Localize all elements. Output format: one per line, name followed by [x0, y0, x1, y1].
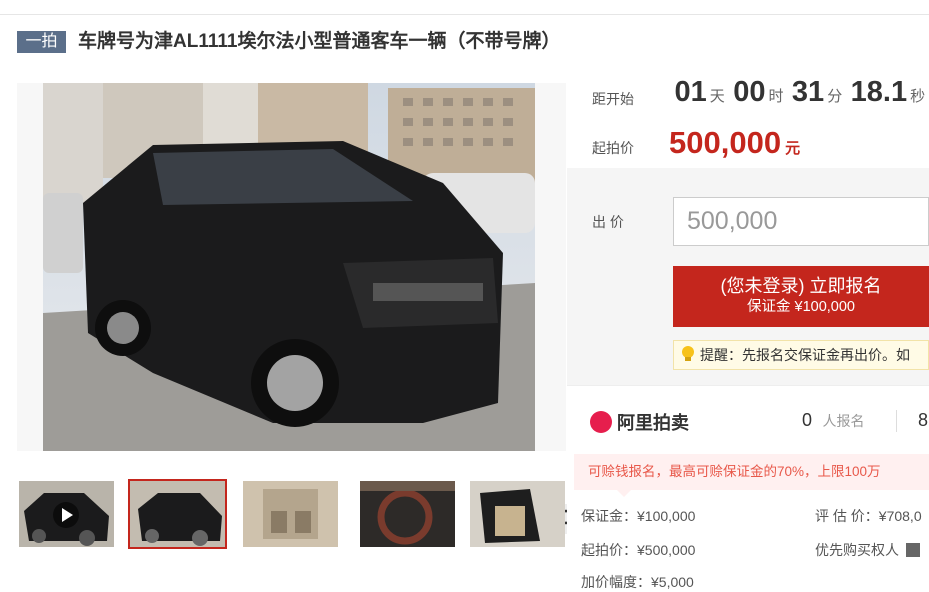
alipai-logo-icon: [590, 411, 612, 433]
countdown-minutes-unit: 分: [827, 88, 843, 105]
bid-label: 出 价: [592, 214, 624, 230]
detail-appraisal: 评 估 价：¥708,0: [815, 508, 922, 524]
signup-button-label: (您未登录) 立即报名: [720, 276, 882, 296]
main-vehicle-photo[interactable]: [43, 83, 535, 451]
reminder-bar: 提醒：先报名交保证金再出价。如: [673, 340, 929, 370]
reminder-text: 提醒：先报名交保证金再出价。如: [700, 347, 910, 363]
thumbnail-1[interactable]: [19, 481, 114, 547]
detail-priority-label: 优先购买权人: [815, 542, 899, 558]
tooltip-arrow: [617, 490, 631, 497]
priority-badge-icon: [905, 543, 920, 557]
main-image-container[interactable]: [17, 83, 583, 534]
countdown-days: 01: [674, 76, 707, 108]
thumbnail-3[interactable]: [243, 481, 338, 547]
signup-count: 0: [802, 410, 813, 430]
signup-button-deposit: 保证金 ¥100,000: [746, 299, 855, 315]
detail-start-price: 起拍价：¥500,000: [581, 542, 696, 558]
detail-deposit: 保证金：¥100,000: [581, 508, 696, 524]
credit-tooltip: 可赊钱报名，最高可赊保证金的70%，上限100万: [574, 454, 929, 490]
alipai-brand-text: 阿里拍卖: [617, 413, 689, 433]
countdown-hours-unit: 时: [768, 88, 784, 105]
detail-increment: 加价幅度：¥5,000: [581, 574, 694, 590]
signup-count-label: 人报名: [822, 413, 865, 429]
lightbulb-icon: [682, 346, 694, 361]
start-price-label: 起拍价: [592, 140, 634, 156]
thumbnail-4[interactable]: [360, 481, 455, 547]
auction-round-tag: 一拍: [17, 31, 66, 53]
bid-input[interactable]: 500,000: [673, 197, 929, 246]
start-price-value: 500,000: [669, 125, 782, 160]
thumbnail-2[interactable]: [128, 479, 227, 549]
page-title: 车牌号为津AL1111埃尔法小型普通客车一辆（不带号牌）: [78, 31, 561, 52]
signup-stat: 0 人报名: [802, 410, 864, 431]
detail-priority: 优先购买权人: [815, 540, 920, 560]
countdown-hours: 00: [733, 76, 766, 108]
start-price: 500,000 元: [669, 125, 800, 161]
partial-stat-count: 8: [918, 410, 929, 430]
countdown-timer: 01 天 00 时 31 分 18.1 秒: [592, 76, 929, 116]
alipai-logo: 阿里拍卖: [590, 409, 689, 435]
stat-divider: [896, 410, 897, 432]
start-price-unit: 元: [785, 140, 801, 157]
top-divider: [0, 14, 929, 15]
countdown-seconds-unit: 秒: [910, 88, 926, 105]
countdown-seconds: 18.1: [850, 76, 908, 108]
countdown-days-unit: 天: [709, 88, 725, 105]
countdown-minutes: 31: [791, 76, 825, 108]
thumbnail-5[interactable]: [470, 481, 565, 547]
signup-button[interactable]: (您未登录) 立即报名 保证金 ¥100,000: [673, 266, 929, 327]
